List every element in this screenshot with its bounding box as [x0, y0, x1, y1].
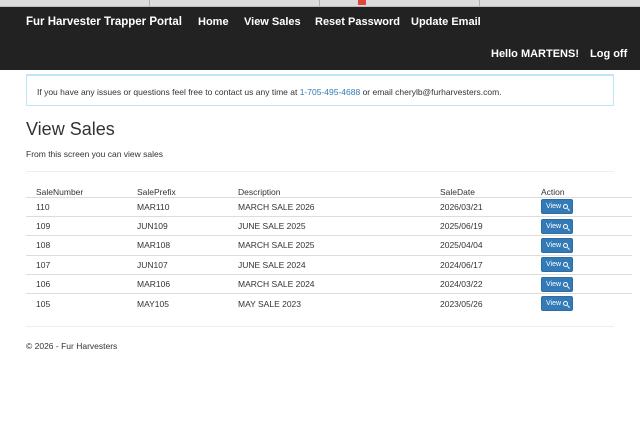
table-row: 109 JUN109 JUNE SALE 2025 2025/06/19 Vie…: [26, 215, 632, 236]
cell-saleprefix: MAR106: [127, 274, 228, 294]
cell-action: View: [531, 235, 632, 256]
browser-tab[interactable]: [0, 0, 150, 6]
view-button[interactable]: View: [541, 218, 574, 234]
view-button[interactable]: View: [541, 257, 574, 273]
cell-salenumber: 107: [26, 254, 127, 275]
header-salenumber: SaleNumber: [26, 184, 127, 198]
header-saleprefix: SalePrefix: [127, 184, 228, 198]
view-button[interactable]: View: [541, 237, 574, 253]
table-row: 110 MAR110 MARCH SALE 2026 2026/03/21 Vi…: [26, 196, 632, 217]
search-icon: [563, 281, 569, 287]
view-button-label: View: [546, 261, 562, 269]
cell-saleprefix: JUN109: [127, 215, 228, 236]
view-button-label: View: [546, 222, 562, 230]
view-button-label: View: [546, 300, 562, 308]
table-row: 108 MAR108 MARCH SALE 2025 2025/04/04 Vi…: [26, 235, 632, 256]
phone-link[interactable]: 1-705-495-4688: [300, 87, 361, 97]
cell-saleprefix: MAR110: [127, 196, 228, 217]
alert-text-suffix: or email cherylb@furharvesters.com.: [360, 87, 502, 97]
nav-update-email[interactable]: Update Email: [411, 16, 481, 28]
cell-action: View: [531, 254, 632, 275]
table-header-row: SaleNumber SalePrefix Description SaleDa…: [26, 184, 632, 198]
table-row: 105 MAY105 MAY SALE 2023 2023/05/26 View: [26, 293, 632, 314]
cell-description: JUNE SALE 2024: [228, 254, 430, 275]
logoff-link[interactable]: Log off: [590, 48, 627, 60]
nav-home[interactable]: Home: [198, 16, 229, 28]
cell-saledate: 2023/05/26: [430, 293, 531, 314]
divider: [26, 326, 614, 327]
cell-description: MAY SALE 2023: [228, 293, 430, 314]
view-button[interactable]: View: [541, 199, 574, 215]
cell-saledate: 2025/06/19: [430, 215, 531, 236]
browser-tab-strip: [0, 0, 640, 7]
view-button-label: View: [546, 241, 562, 249]
cell-description: MARCH SALE 2024: [228, 274, 430, 294]
cell-salenumber: 109: [26, 215, 127, 236]
cell-salenumber: 106: [26, 274, 127, 294]
table-row: 106 MAR106 MARCH SALE 2024 2024/03/22 Vi…: [26, 274, 632, 294]
cell-saleprefix: JUN107: [127, 254, 228, 275]
header-saledate: SaleDate: [430, 184, 531, 198]
browser-tab[interactable]: [320, 0, 480, 6]
view-button-label: View: [546, 280, 562, 288]
cell-saledate: 2024/06/17: [430, 254, 531, 275]
cell-salenumber: 110: [26, 196, 127, 217]
search-icon: [563, 223, 569, 229]
cell-action: View: [531, 274, 632, 294]
cell-description: MARCH SALE 2026: [228, 196, 430, 217]
search-icon: [563, 301, 569, 307]
header-description: Description: [228, 184, 430, 198]
page-title: View Sales: [26, 119, 115, 139]
navbar-brand[interactable]: Fur Harvester Trapper Portal: [26, 16, 182, 28]
cell-salenumber: 105: [26, 293, 127, 314]
search-icon: [563, 262, 569, 268]
cell-salenumber: 108: [26, 235, 127, 256]
cell-action: View: [531, 196, 632, 217]
table-row: 107 JUN107 JUNE SALE 2024 2024/06/17 Vie…: [26, 254, 632, 275]
cell-description: MARCH SALE 2025: [228, 235, 430, 256]
browser-tab[interactable]: [150, 0, 320, 6]
divider: [26, 171, 614, 172]
cell-saledate: 2024/03/22: [430, 274, 531, 294]
page-subtitle: From this screen you can view sales: [26, 149, 163, 159]
view-button-label: View: [546, 203, 562, 211]
header-action: Action: [531, 184, 632, 198]
cell-saledate: 2025/04/04: [430, 235, 531, 256]
alert-text-prefix: If you have any issues or questions feel…: [37, 87, 300, 97]
view-button[interactable]: View: [541, 296, 574, 312]
user-greeting[interactable]: Hello MARTENS!: [491, 48, 579, 60]
cell-action: View: [531, 293, 632, 314]
footer-copyright: © 2026 - Fur Harvesters: [26, 341, 118, 351]
nav-reset-password[interactable]: Reset Password: [315, 16, 400, 28]
cell-description: JUNE SALE 2025: [228, 215, 430, 236]
cell-saledate: 2026/03/21: [430, 196, 531, 217]
search-icon: [563, 204, 569, 210]
cell-saleprefix: MAR108: [127, 235, 228, 256]
search-icon: [563, 242, 569, 248]
cell-saleprefix: MAY105: [127, 293, 228, 314]
view-button[interactable]: View: [541, 276, 574, 292]
cell-action: View: [531, 215, 632, 236]
contact-alert: If you have any issues or questions feel…: [26, 74, 614, 106]
navbar: Fur Harvester Trapper Portal Home View S…: [0, 7, 640, 70]
sales-table: SaleNumber SalePrefix Description SaleDa…: [26, 184, 632, 314]
nav-view-sales[interactable]: View Sales: [244, 16, 301, 28]
